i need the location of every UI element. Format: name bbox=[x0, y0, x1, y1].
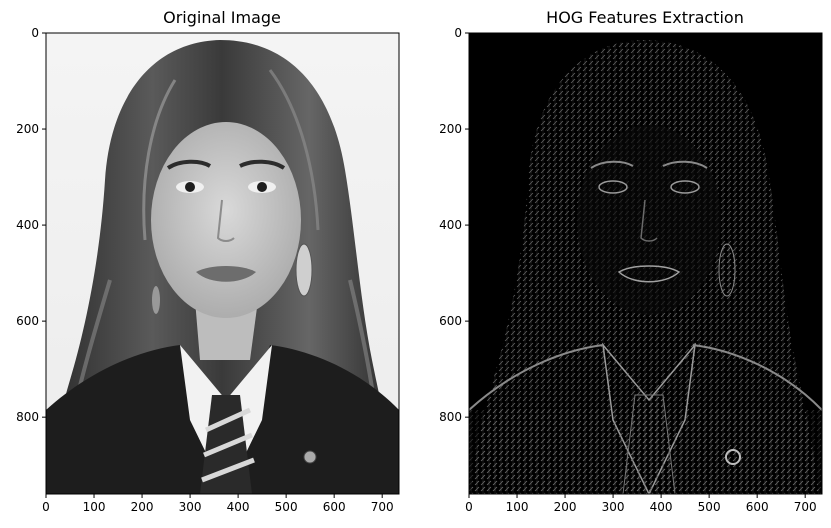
panel-title: HOG Features Extraction bbox=[546, 8, 744, 27]
portrait-photo bbox=[46, 33, 399, 494]
x-tick-label: 300 bbox=[602, 500, 625, 514]
x-tick-label: 0 bbox=[465, 500, 473, 514]
y-axis: 0 200 400 600 800 bbox=[16, 26, 46, 424]
x-tick-label: 300 bbox=[179, 500, 202, 514]
x-tick-label: 500 bbox=[275, 500, 298, 514]
figure: Original Image 0 100 200 300 400 500 600… bbox=[16, 8, 823, 514]
x-tick-label: 400 bbox=[227, 500, 250, 514]
x-tick-label: 100 bbox=[506, 500, 529, 514]
x-tick-label: 200 bbox=[131, 500, 154, 514]
y-tick-label: 200 bbox=[16, 122, 39, 136]
x-tick-label: 600 bbox=[746, 500, 769, 514]
x-tick-label: 200 bbox=[554, 500, 577, 514]
y-axis: 0 200 400 600 800 bbox=[439, 26, 469, 424]
y-tick-label: 400 bbox=[16, 218, 39, 232]
x-tick-label: 400 bbox=[650, 500, 673, 514]
y-tick-label: 400 bbox=[439, 218, 462, 232]
x-tick-label: 500 bbox=[698, 500, 721, 514]
panel-hog-features: HOG Features Extraction 0 100 200 300 400 500… bbox=[439, 8, 823, 514]
x-tick-label: 600 bbox=[323, 500, 346, 514]
panel-original-image: Original Image 0 100 200 300 400 500 600… bbox=[16, 8, 400, 514]
x-tick-label: 0 bbox=[42, 500, 50, 514]
y-tick-label: 0 bbox=[31, 26, 39, 40]
panel-title: Original Image bbox=[163, 8, 281, 27]
y-tick-label: 800 bbox=[439, 410, 462, 424]
y-tick-label: 800 bbox=[16, 410, 39, 424]
y-tick-label: 200 bbox=[439, 122, 462, 136]
hog-visualization bbox=[469, 33, 822, 494]
x-tick-label: 700 bbox=[371, 500, 394, 514]
y-tick-label: 600 bbox=[16, 314, 39, 328]
x-axis: 0 100 200 300 400 500 600 700 bbox=[42, 494, 394, 514]
x-tick-label: 700 bbox=[794, 500, 817, 514]
x-tick-label: 100 bbox=[83, 500, 106, 514]
x-axis: 0 100 200 300 400 500 600 700 bbox=[465, 494, 817, 514]
y-tick-label: 600 bbox=[439, 314, 462, 328]
y-tick-label: 0 bbox=[454, 26, 462, 40]
